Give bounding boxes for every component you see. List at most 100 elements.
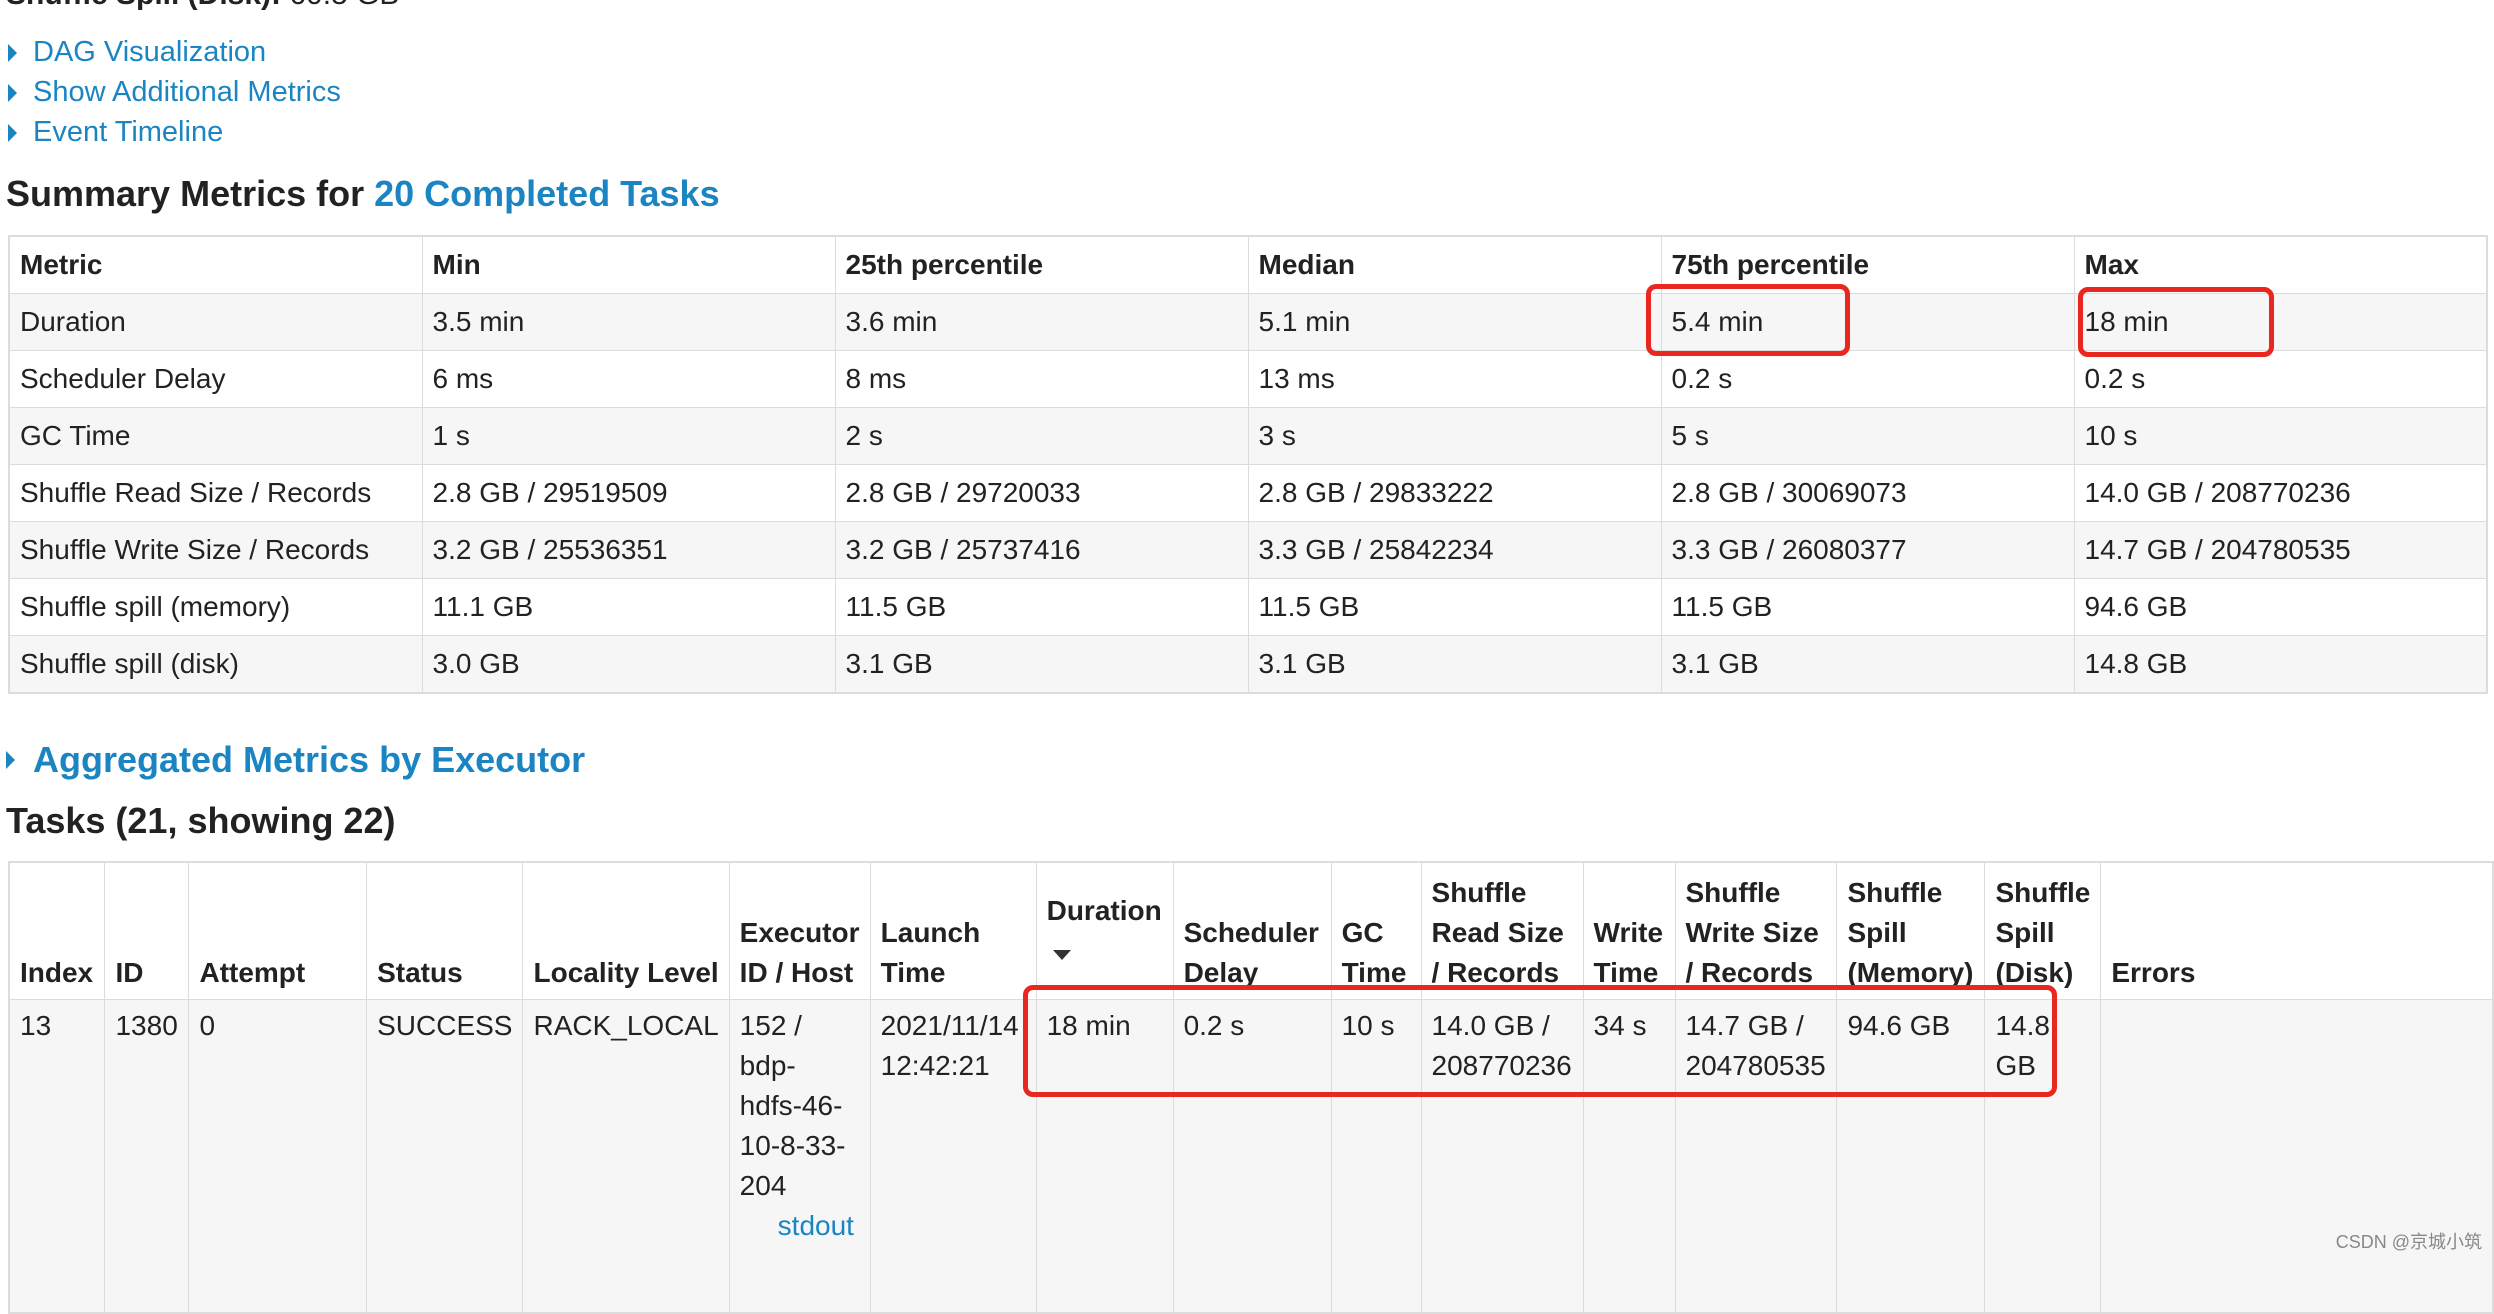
- column-header[interactable]: 25th percentile: [834, 235, 1249, 294]
- task-locality: RACK_LOCAL: [522, 999, 730, 1314]
- tasks-heading: Tasks (21, showing 22): [6, 800, 396, 841]
- table-row: Shuffle spill (memory) 11.1 GB 11.5 GB 1…: [8, 578, 2488, 636]
- table-cell: 2 s: [834, 407, 1249, 465]
- table-cell: 11.5 GB: [834, 578, 1249, 636]
- task-status: SUCCESS: [366, 999, 524, 1314]
- task-launch-time: 2021/11/14 12:42:21: [869, 999, 1037, 1314]
- table-row: Shuffle spill (disk) 3.0 GB 3.1 GB 3.1 G…: [8, 635, 2488, 694]
- table-cell: 3.6 min: [834, 293, 1249, 351]
- table-cell: 14.0 GB / 208770236: [2073, 464, 2488, 522]
- table-cell: 3.0 GB: [421, 635, 836, 694]
- column-header[interactable]: Metric: [8, 235, 423, 294]
- sort-descending-icon: [1052, 950, 1071, 960]
- watermark: CSDN @京城小筑: [2335, 1232, 2482, 1252]
- table-cell: GC Time: [8, 407, 423, 465]
- column-header-attempt[interactable]: Attempt: [188, 861, 368, 1000]
- table-cell: 13 ms: [1247, 350, 1662, 408]
- column-header-shuffle-read[interactable]: Shuffle Read Size / Records: [1420, 861, 1584, 1000]
- summary-header-row: Metric Min 25th percentile Median 75th p…: [8, 235, 2488, 294]
- table-row: GC Time 1 s 2 s 3 s 5 s 10 s: [8, 407, 2488, 465]
- table-cell: 2.8 GB / 29519509: [421, 464, 836, 522]
- toggle-label: DAG Visualization: [33, 36, 267, 68]
- table-cell: 0.2 s: [2073, 350, 2488, 408]
- table-row: Scheduler Delay 6 ms 8 ms 13 ms 0.2 s 0.…: [8, 350, 2488, 408]
- table-cell: 94.6 GB: [2073, 578, 2488, 636]
- column-header-duration[interactable]: Duration: [1035, 861, 1174, 1000]
- task-id: 1380: [104, 999, 190, 1314]
- task-attempt: 0: [188, 999, 368, 1314]
- table-cell: 0.2 s: [1660, 350, 2075, 408]
- shuffle-spill-disk-label: Shuffle Spill (Disk):: [6, 0, 281, 11]
- tasks-header-row: Index ID Attempt Status Locality Level E…: [8, 861, 2494, 1000]
- toggle-show-additional-metrics[interactable]: Show Additional Metrics: [8, 76, 341, 109]
- toggle-label: Event Timeline: [33, 116, 224, 148]
- column-header-shuffle-write[interactable]: Shuffle Write Size / Records: [1674, 861, 1838, 1000]
- table-cell: 3.2 GB / 25737416: [834, 521, 1249, 579]
- toggle-label: Show Additional Metrics: [33, 76, 341, 108]
- expand-triangle-icon: [8, 123, 17, 142]
- table-row: Shuffle Write Size / Records 3.2 GB / 25…: [8, 521, 2488, 579]
- table-cell: 2.8 GB / 30069073: [1660, 464, 2075, 522]
- highlight-max-duration: [2078, 287, 2274, 357]
- table-cell: 11.5 GB: [1660, 578, 2075, 636]
- table-cell: 8 ms: [834, 350, 1249, 408]
- stdout-link[interactable]: stdout: [740, 1206, 860, 1246]
- aggregated-metrics-heading: Aggregated Metrics by Executor: [33, 739, 586, 780]
- column-header-spill-disk[interactable]: Shuffle Spill (Disk): [1984, 861, 2102, 1000]
- table-cell: 10 s: [2073, 407, 2488, 465]
- table-cell: 3.1 GB: [834, 635, 1249, 694]
- table-cell: 14.7 GB / 204780535: [2073, 521, 2488, 579]
- summary-metrics-heading: Summary Metrics for 20 Completed Tasks: [6, 173, 720, 215]
- column-header-launch-time[interactable]: Launch Time: [869, 861, 1037, 1000]
- column-header[interactable]: Median: [1247, 235, 1662, 294]
- column-header-gc-time[interactable]: GC Time: [1330, 861, 1422, 1000]
- column-header[interactable]: Max: [2073, 235, 2488, 294]
- table-cell: 11.5 GB: [1247, 578, 1662, 636]
- table-cell: 3.1 GB: [1660, 635, 2075, 694]
- task-executor: 152 / bdp- hdfs-46- 10-8-33- 204 stdout: [728, 999, 871, 1314]
- table-cell: 3.2 GB / 25536351: [421, 521, 836, 579]
- expand-triangle-icon: [8, 83, 17, 102]
- expand-triangle-icon: [8, 43, 17, 62]
- table-cell: 3.5 min: [421, 293, 836, 351]
- expand-triangle-icon: [6, 751, 15, 769]
- column-header-errors[interactable]: Errors: [2100, 861, 2494, 1000]
- table-cell: Duration: [8, 293, 423, 351]
- table-cell: 14.8 GB: [2073, 635, 2488, 694]
- toggle-dag-visualization[interactable]: DAG Visualization: [8, 36, 266, 69]
- summary-heading-prefix: Summary Metrics for: [6, 173, 375, 214]
- column-header-scheduler-delay[interactable]: Scheduler Delay: [1172, 861, 1332, 1000]
- task-index: 13: [8, 999, 106, 1314]
- column-header-spill-memory[interactable]: Shuffle Spill (Memory): [1836, 861, 1986, 1000]
- table-cell: 3.3 GB / 26080377: [1660, 521, 2075, 579]
- column-header[interactable]: Min: [421, 235, 836, 294]
- column-header-id[interactable]: ID: [104, 861, 190, 1000]
- completed-tasks-link[interactable]: 20 Completed Tasks: [374, 173, 719, 214]
- shuffle-spill-disk-value: 60.5 GB: [289, 0, 399, 11]
- table-cell: Shuffle Write Size / Records: [8, 521, 423, 579]
- column-header-locality-level[interactable]: Locality Level: [522, 861, 730, 1000]
- column-header-index[interactable]: Index: [8, 861, 106, 1000]
- column-header-write-time[interactable]: Write Time: [1582, 861, 1676, 1000]
- table-cell: 3 s: [1247, 407, 1662, 465]
- table-cell: Scheduler Delay: [8, 350, 423, 408]
- highlight-task-row: [1023, 985, 2057, 1097]
- table-row: Shuffle Read Size / Records 2.8 GB / 295…: [8, 464, 2488, 522]
- aggregated-metrics-toggle[interactable]: Aggregated Metrics by Executor: [6, 739, 585, 781]
- column-header-executor[interactable]: Executor ID / Host: [728, 861, 871, 1000]
- table-cell: 2.8 GB / 29833222: [1247, 464, 1662, 522]
- table-cell: 11.1 GB: [421, 578, 836, 636]
- table-cell: Shuffle spill (memory): [8, 578, 423, 636]
- table-cell: 1 s: [421, 407, 836, 465]
- table-cell: Shuffle spill (disk): [8, 635, 423, 694]
- column-header-status[interactable]: Status: [366, 861, 524, 1000]
- table-cell: 5 s: [1660, 407, 2075, 465]
- shuffle-spill-disk-summary: Shuffle Spill (Disk): 60.5 GB: [6, 0, 399, 12]
- task-errors: [2100, 999, 2494, 1314]
- table-cell: 6 ms: [421, 350, 836, 408]
- highlight-75th-duration: [1646, 284, 1850, 356]
- table-cell: Shuffle Read Size / Records: [8, 464, 423, 522]
- table-cell: 5.1 min: [1247, 293, 1662, 351]
- toggle-event-timeline[interactable]: Event Timeline: [8, 116, 223, 149]
- table-cell: 3.3 GB / 25842234: [1247, 521, 1662, 579]
